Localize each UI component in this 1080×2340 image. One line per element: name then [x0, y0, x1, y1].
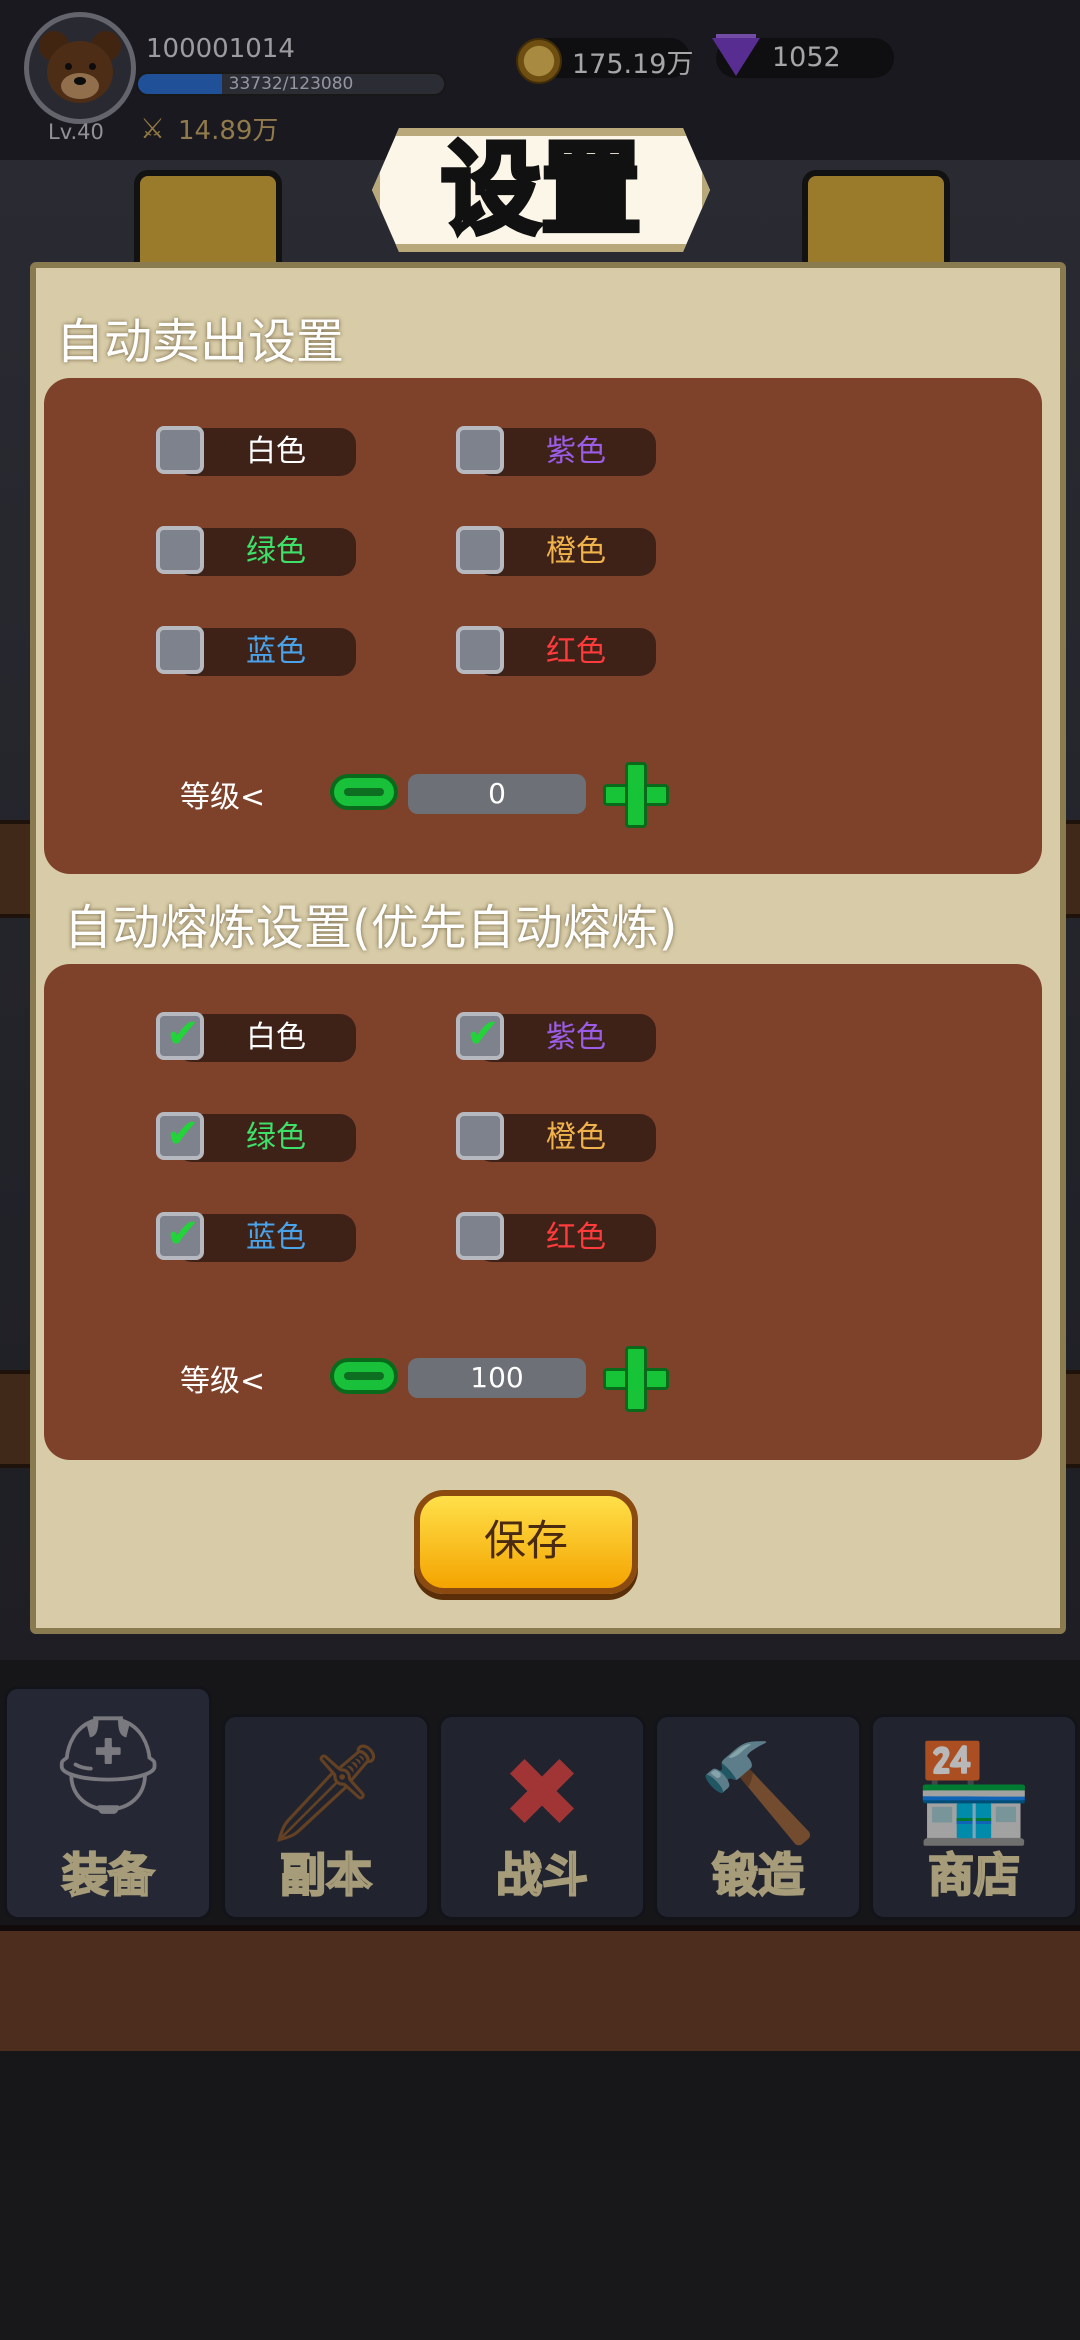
dialog-title: 设置	[439, 129, 644, 251]
checkbox[interactable]	[456, 626, 504, 674]
auto-smelt-option-purple[interactable]: ✔ 紫色	[456, 1011, 656, 1062]
auto-sell-option-purple[interactable]: 紫色	[456, 426, 656, 476]
auto-sell-option-white[interactable]: 白色	[156, 426, 356, 476]
check-icon: ✔	[166, 1211, 200, 1257]
level-input[interactable]: 100	[408, 1358, 586, 1398]
checkbox[interactable]	[156, 626, 204, 674]
checkbox[interactable]	[156, 426, 204, 474]
auto-smelt-option-blue[interactable]: ✔ 蓝色	[156, 1211, 356, 1262]
option-label: 紫色	[546, 1020, 606, 1055]
increase-level-button[interactable]	[603, 762, 669, 828]
option-label: 蓝色	[246, 634, 306, 669]
auto-sell-option-red[interactable]: 红色	[456, 626, 656, 676]
checkbox[interactable]	[456, 526, 504, 574]
auto-smelt-title: 自动熔炼设置(优先自动熔炼)	[64, 900, 678, 956]
auto-smelt-option-red[interactable]: 红色	[456, 1212, 656, 1262]
check-icon: ✔	[166, 1011, 200, 1057]
checkbox[interactable]	[456, 1212, 504, 1260]
option-label: 红色	[546, 634, 606, 669]
level-label: 等级<	[180, 780, 266, 815]
auto-smelt-option-orange[interactable]: 橙色	[456, 1112, 656, 1162]
option-label: 红色	[546, 1220, 606, 1255]
save-label: 保存	[483, 1516, 568, 1565]
checkbox[interactable]: ✔	[156, 1111, 204, 1160]
decrease-level-button[interactable]	[330, 1358, 398, 1394]
check-icon: ✔	[166, 1111, 200, 1157]
auto-sell-option-green[interactable]: 绿色	[156, 526, 356, 576]
decrease-level-button[interactable]	[330, 774, 398, 810]
auto-sell-option-orange[interactable]: 橙色	[456, 526, 656, 576]
level-input[interactable]: 0	[408, 774, 586, 814]
increase-level-button[interactable]	[603, 1346, 669, 1412]
option-label: 白色	[246, 434, 306, 469]
check-icon: ✔	[466, 1011, 500, 1057]
checkbox[interactable]: ✔	[456, 1011, 504, 1060]
option-label: 绿色	[246, 534, 306, 569]
option-label: 橙色	[546, 1120, 606, 1155]
auto-sell-option-blue[interactable]: 蓝色	[156, 626, 356, 676]
checkbox[interactable]: ✔	[156, 1011, 204, 1060]
checkbox[interactable]	[156, 526, 204, 574]
checkbox[interactable]	[456, 426, 504, 474]
checkbox[interactable]: ✔	[156, 1211, 204, 1260]
auto-smelt-option-green[interactable]: ✔ 绿色	[156, 1111, 356, 1162]
auto-sell-title: 自动卖出设置	[56, 314, 345, 370]
option-label: 紫色	[546, 434, 606, 469]
auto-smelt-option-white[interactable]: ✔ 白色	[156, 1011, 356, 1062]
option-label: 白色	[246, 1020, 306, 1055]
level-label: 等级<	[180, 1364, 266, 1399]
save-button[interactable]: 保存	[414, 1490, 638, 1594]
option-label: 绿色	[246, 1120, 306, 1155]
option-label: 蓝色	[246, 1220, 306, 1255]
option-label: 橙色	[546, 534, 606, 569]
checkbox[interactable]	[456, 1112, 504, 1160]
